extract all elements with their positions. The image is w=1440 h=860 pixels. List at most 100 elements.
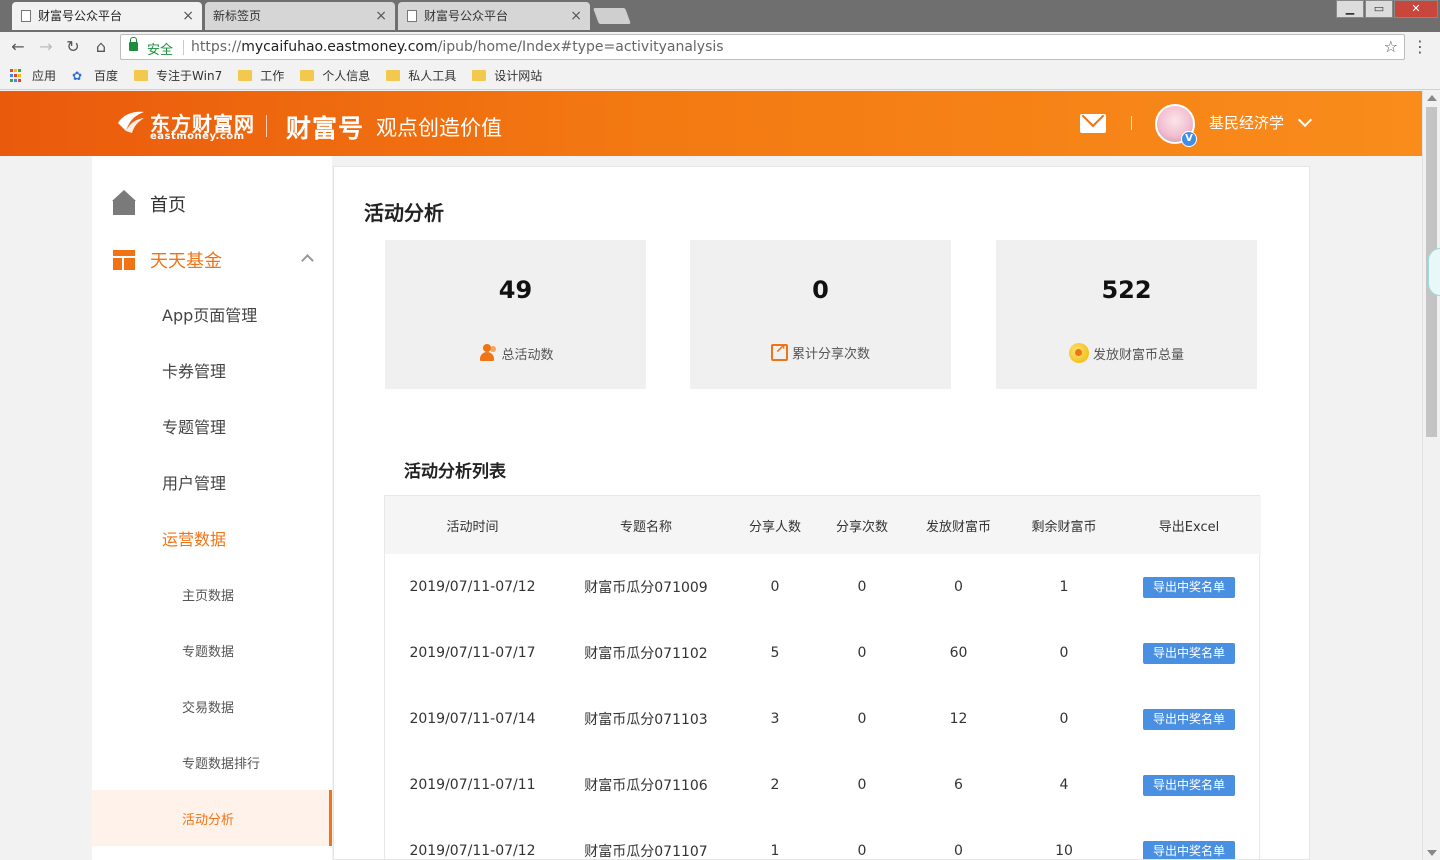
browser-toolbar: ← → ↻ ⌂ 安全 https://mycaifuhao.eastmoney.…	[0, 32, 1440, 62]
bookmark-star-icon[interactable]: ☆	[1384, 37, 1398, 56]
cell-topic: 财富币瓜分071106	[584, 778, 708, 794]
column-header: 专题名称	[560, 496, 732, 554]
bookmark-design-sites[interactable]: 设计网站	[472, 67, 542, 84]
sidebar-item-users[interactable]: 用户管理	[92, 454, 332, 510]
bookmark-apps[interactable]: 应用	[10, 67, 56, 84]
bookmark-win7[interactable]: 专注于Win7	[134, 67, 222, 84]
bookmark-baidu[interactable]: ✿ 百度	[72, 67, 118, 84]
back-arrow-icon[interactable]: ←	[8, 37, 28, 57]
omnibox-divider	[183, 40, 184, 55]
browser-tab-caifuhao[interactable]: 财富号公众平台 ×	[12, 2, 202, 30]
mail-icon[interactable]	[1080, 114, 1106, 133]
bookmark-personal-info[interactable]: 个人信息	[300, 67, 370, 84]
sidebar: 首页 天天基金 App页面管理 卡券管理 专题管理 用户管理 运营数据 主页数据…	[92, 156, 332, 860]
export-winners-button[interactable]: 导出中奖名单	[1143, 774, 1235, 796]
sidebar-item-homepage-data[interactable]: 主页数据	[92, 566, 332, 622]
cell-issued: 60	[949, 645, 968, 661]
stat-value: 0	[812, 276, 829, 304]
address-bar[interactable]: 安全 https://mycaifuhao.eastmoney.com/ipub…	[120, 34, 1405, 60]
sidebar-item-tiantian-fund[interactable]: 天天基金	[92, 232, 332, 288]
apps-icon	[10, 68, 24, 83]
sidebar-item-activity-analysis[interactable]: 活动分析	[92, 790, 332, 846]
cell-time: 2019/07/11-07/14	[409, 711, 536, 727]
table-row: 2019/07/11-07/12 财富币瓜分071009 0 0 0 1 导出中…	[385, 554, 1261, 620]
bookmarks-bar: 应用 ✿ 百度 专注于Win7 工作 个人信息 私人工具 设计网站	[0, 62, 1440, 90]
sidebar-item-home[interactable]: 首页	[92, 176, 332, 232]
sidebar-item-operations-data[interactable]: 运营数据	[92, 510, 332, 566]
tab-title: 新标签页	[213, 9, 262, 23]
export-winners-button[interactable]: 导出中奖名单	[1143, 840, 1235, 859]
cell-issued: 12	[949, 711, 968, 727]
cell-topic: 财富币瓜分071103	[584, 712, 708, 728]
cell-shares: 0	[857, 579, 867, 595]
stat-value: 49	[498, 276, 533, 304]
sidebar-item-app-pages[interactable]: App页面管理	[92, 286, 332, 342]
cell-sharers: 0	[770, 579, 780, 595]
browser-menu-icon[interactable]: ⋮	[1412, 37, 1428, 56]
export-winners-button[interactable]: 导出中奖名单	[1143, 576, 1235, 598]
stat-label: 总活动数	[501, 347, 554, 363]
browser-tab-strip: 财富号公众平台 × 新标签页 × 财富号公众平台 × ▁ ▭ ✕	[0, 0, 1440, 32]
sidebar-item-topic-data[interactable]: 专题数据	[92, 622, 332, 678]
chevron-down-icon[interactable]	[1297, 112, 1313, 128]
cell-shares: 0	[857, 843, 867, 859]
verified-badge: V	[1181, 131, 1197, 147]
header-divider	[1131, 116, 1132, 130]
stat-label: 累计分享次数	[791, 347, 870, 362]
cell-remaining: 4	[1059, 777, 1069, 793]
tab-close-icon[interactable]: ×	[182, 2, 194, 30]
export-winners-button[interactable]: 导出中奖名单	[1143, 642, 1235, 664]
cell-time: 2019/07/11-07/12	[409, 579, 536, 595]
sidebar-item-topic-ranking[interactable]: 专题数据排行	[92, 734, 332, 790]
lock-icon	[129, 37, 138, 51]
scroll-up-arrow-icon[interactable]	[1427, 95, 1437, 101]
table-row: 2019/07/11-07/14 财富币瓜分071103 3 0 12 0 导出…	[385, 686, 1261, 752]
stat-card-coins-issued: 522 发放财富币总量	[996, 240, 1257, 389]
browser-tab-newtab[interactable]: 新标签页 ×	[205, 2, 395, 30]
cell-time: 2019/07/11-07/12	[409, 843, 536, 859]
home-icon[interactable]: ⌂	[91, 37, 111, 57]
column-header: 活动时间	[385, 496, 560, 554]
stat-card-total-shares: 0 累计分享次数	[690, 240, 951, 389]
list-title: 活动分析列表	[404, 462, 506, 482]
user-name[interactable]: 基民经济学	[1209, 112, 1284, 133]
bookmark-work[interactable]: 工作	[238, 67, 284, 84]
activity-table: 活动时间 专题名称 分享人数 分享次数 发放财富币 剩余财富币 导出Excel …	[384, 495, 1261, 859]
browser-tab-caifuhao-2[interactable]: 财富号公众平台 ×	[398, 2, 590, 30]
tab-close-icon[interactable]: ×	[375, 2, 387, 30]
export-winners-button[interactable]: 导出中奖名单	[1143, 708, 1235, 730]
baidu-icon: ✿	[72, 68, 83, 83]
cell-remaining: 10	[1055, 843, 1073, 859]
sidebar-item-topics[interactable]: 专题管理	[92, 398, 332, 454]
forward-arrow-icon[interactable]: →	[36, 37, 56, 57]
maximize-button[interactable]: ▭	[1365, 0, 1393, 18]
cell-remaining: 0	[1059, 645, 1069, 661]
folder-icon	[238, 70, 253, 81]
share-icon	[770, 342, 788, 361]
url-text[interactable]: https://mycaifuhao.eastmoney.com/ipub/ho…	[191, 39, 724, 55]
table-row: 2019/07/11-07/12 财富币瓜分071107 1 0 0 10 导出…	[385, 818, 1261, 859]
cell-topic: 财富币瓜分071102	[584, 646, 708, 662]
main-panel: 活动分析 49 总活动数 0 累计分享次数 522 发放财富币总量 活动分析列表	[333, 166, 1310, 860]
folder-icon	[386, 70, 401, 81]
minimize-button[interactable]: ▁	[1336, 0, 1364, 18]
sidebar-item-trade-data[interactable]: 交易数据	[92, 678, 332, 734]
page-icon	[407, 10, 417, 22]
cell-time: 2019/07/11-07/11	[409, 777, 536, 793]
chevron-up-icon[interactable]	[301, 254, 314, 267]
bookmark-private-tools[interactable]: 私人工具	[386, 67, 456, 84]
reload-icon[interactable]: ↻	[63, 37, 83, 57]
page-title: 活动分析	[364, 201, 444, 225]
new-tab-button[interactable]	[593, 8, 631, 24]
table-row: 2019/07/11-07/17 财富币瓜分071102 5 0 60 0 导出…	[385, 620, 1261, 686]
page-scrollbar[interactable]	[1422, 91, 1440, 860]
folder-icon	[472, 70, 487, 81]
floating-widget[interactable]	[1428, 248, 1440, 296]
tab-close-icon[interactable]: ×	[570, 2, 582, 30]
eastmoney-logo-icon[interactable]	[116, 109, 146, 135]
close-window-button[interactable]: ✕	[1394, 0, 1438, 18]
scroll-down-arrow-icon[interactable]	[1427, 850, 1437, 856]
sidebar-item-coupons[interactable]: 卡券管理	[92, 342, 332, 398]
tab-title: 财富号公众平台	[38, 9, 123, 23]
cell-shares: 0	[857, 711, 867, 727]
